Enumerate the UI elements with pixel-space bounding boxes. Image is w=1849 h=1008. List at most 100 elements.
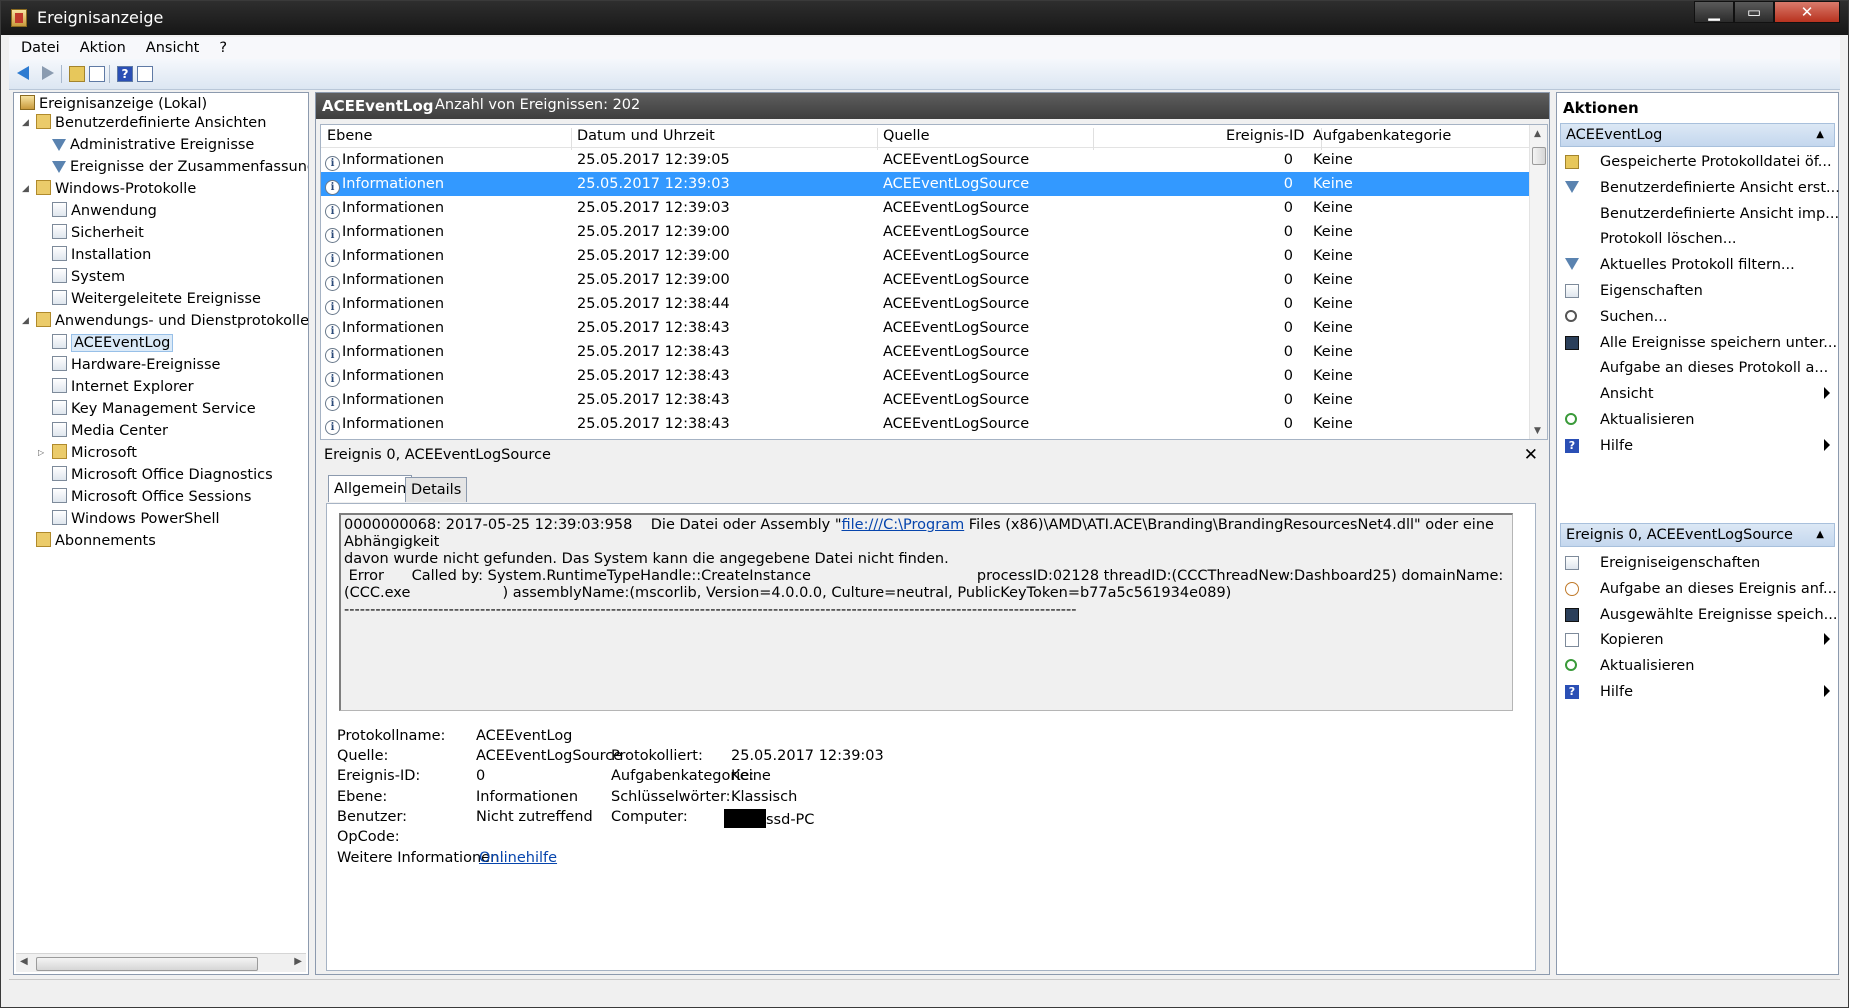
collapse-icon[interactable]: ◢ (22, 112, 29, 134)
tree-summary-events[interactable]: Ereignisse der Zusammenfassungsseite (52, 156, 308, 178)
scroll-down-icon[interactable]: ▼ (1534, 426, 1541, 436)
action-item[interactable]: ? Hilfe (1563, 680, 1832, 706)
tree-ace-event-log[interactable]: ACEEventLog (52, 332, 174, 354)
cell-category: Keine (1313, 296, 1353, 312)
show-hide-tree-icon[interactable] (89, 66, 105, 82)
event-message[interactable]: 0000000068: 2017-05-25 12:39:03:958 Die … (339, 513, 1513, 711)
action-pane-icon[interactable] (137, 66, 153, 82)
title-bar[interactable]: Ereignisanzeige ▁ ▭ ✕ (1, 1, 1848, 35)
action-item[interactable]: Aktualisieren (1563, 654, 1832, 680)
tree-horizontal-scrollbar[interactable]: ◀ ▶ (16, 953, 306, 972)
action-item[interactable]: Ansicht (1563, 382, 1832, 408)
tree-security[interactable]: Sicherheit (52, 222, 144, 244)
grid-vertical-scrollbar[interactable]: ▲ ▼ (1529, 125, 1547, 439)
table-row[interactable]: i Informationen 25.05.2017 12:38:43 ACEEven… (321, 340, 1529, 364)
action-item[interactable]: Aktuelles Protokoll filtern... (1563, 253, 1832, 279)
col-source[interactable]: Quelle (883, 128, 930, 144)
cell-id: 0 (1283, 272, 1293, 288)
close-detail-icon[interactable]: ✕ (1524, 445, 1538, 465)
tree-forwarded[interactable]: Weitergeleitete Ereignisse (52, 288, 261, 310)
maximize-button[interactable]: ▭ (1734, 1, 1774, 23)
collapse-icon[interactable]: ◢ (22, 178, 29, 200)
menu-aktion[interactable]: Aktion (68, 37, 134, 56)
action-label: Hilfe (1600, 437, 1633, 454)
close-button[interactable]: ✕ (1774, 1, 1840, 23)
cell-id: 0 (1283, 296, 1293, 312)
table-row[interactable]: i Informationen 25.05.2017 12:38:43 ACEEven… (321, 388, 1529, 412)
table-row[interactable]: i Informationen 25.05.2017 12:38:44 ACEEven… (321, 292, 1529, 316)
collapse-section-icon[interactable]: ▲ (1816, 129, 1824, 140)
action-item[interactable]: Aktualisieren (1563, 408, 1832, 434)
online-help-link[interactable]: Onlinehilfe (479, 850, 557, 866)
tree-media-center[interactable]: Media Center (52, 420, 168, 442)
back-arrow-icon[interactable] (17, 66, 33, 82)
actions-section-log[interactable]: ACEEventLog ▲ (1560, 123, 1835, 147)
tree-installation[interactable]: Installation (52, 244, 151, 266)
action-item[interactable]: Ereigniseigenschaften (1563, 551, 1832, 577)
actions-section-event[interactable]: Ereignis 0, ACEEventLogSource ▲ (1560, 523, 1835, 547)
tree-office-sessions[interactable]: Microsoft Office Sessions (52, 486, 251, 508)
table-row[interactable]: i Informationen 25.05.2017 12:38:43 ACEEven… (321, 412, 1529, 436)
file-link[interactable]: file:///C:\Program (842, 517, 965, 533)
collapse-icon[interactable]: ◢ (22, 310, 29, 332)
collapse-section-icon[interactable]: ▲ (1816, 529, 1824, 540)
scroll-right-icon[interactable]: ▶ (294, 956, 302, 967)
tree-app-service-logs[interactable]: ◢ Anwendungs- und Dienstprotokolle (22, 310, 308, 332)
minimize-button[interactable]: ▁ (1694, 1, 1734, 23)
tree-kms[interactable]: Key Management Service (52, 398, 256, 420)
tree-admin-events[interactable]: Administrative Ereignisse (52, 134, 254, 156)
scroll-up-icon[interactable]: ▲ (1534, 129, 1541, 139)
action-item[interactable]: Suchen... (1563, 305, 1832, 331)
tree-subscriptions[interactable]: Abonnements (36, 530, 156, 552)
col-date[interactable]: Datum und Uhrzeit (577, 128, 715, 144)
tree-office-diagnostics[interactable]: Microsoft Office Diagnostics (52, 464, 273, 486)
action-item[interactable]: Aufgabe an dieses Ereignis anf... (1563, 577, 1837, 603)
tree-windows-logs[interactable]: ◢ Windows-Protokolle (22, 178, 196, 200)
table-row[interactable]: i Informationen 25.05.2017 12:39:05 ACEEven… (321, 148, 1529, 172)
action-item[interactable]: Protokoll löschen... (1563, 227, 1832, 253)
cell-date: 25.05.2017 12:39:03 (577, 176, 730, 192)
table-row[interactable]: i Informationen 25.05.2017 12:39:00 ACEEven… (321, 220, 1529, 244)
col-level[interactable]: Ebene (327, 128, 372, 144)
scroll-left-icon[interactable]: ◀ (20, 956, 28, 967)
table-row[interactable]: i Informationen 25.05.2017 12:38:43 ACEEven… (321, 316, 1529, 340)
tree-powershell[interactable]: Windows PowerShell (52, 508, 220, 530)
tree-system[interactable]: System (52, 266, 125, 288)
menu-datei[interactable]: Datei (9, 37, 68, 56)
table-row[interactable]: i Informationen 25.05.2017 12:39:00 ACEEven… (321, 268, 1529, 292)
folder-icon (36, 114, 51, 129)
col-event-id[interactable]: Ereignis-ID (1226, 128, 1304, 144)
table-row[interactable]: i Informationen 25.05.2017 12:39:03 ACEEven… (321, 172, 1529, 196)
action-item[interactable]: Alle Ereignisse speichern unter... (1563, 331, 1837, 357)
forward-arrow-icon[interactable] (39, 66, 55, 82)
tree-application[interactable]: Anwendung (52, 200, 157, 222)
tree-custom-views[interactable]: ◢ Benutzerdefinierte Ansichten (22, 112, 266, 134)
tree-microsoft[interactable]: ▷ Microsoft (38, 442, 137, 464)
action-item[interactable]: ? Hilfe (1563, 434, 1832, 460)
menu-ansicht[interactable]: Ansicht (134, 37, 208, 56)
action-item[interactable]: Benutzerdefinierte Ansicht erst... (1563, 176, 1840, 202)
action-item[interactable]: Eigenschaften (1563, 279, 1832, 305)
col-category[interactable]: Aufgabenkategorie (1313, 128, 1451, 144)
scrollbar-thumb[interactable] (36, 957, 258, 971)
action-item[interactable]: Benutzerdefinierte Ansicht imp... (1563, 202, 1839, 228)
tree-internet-explorer[interactable]: Internet Explorer (52, 376, 194, 398)
open-folder-icon[interactable] (69, 66, 85, 82)
action-item[interactable]: Aufgabe an dieses Protokoll a... (1563, 356, 1832, 382)
table-row[interactable]: i Informationen 25.05.2017 12:39:03 ACEEven… (321, 196, 1529, 220)
action-item[interactable]: Kopieren (1563, 628, 1832, 654)
table-row[interactable]: i Informationen 25.05.2017 12:39:00 ACEEven… (321, 244, 1529, 268)
expand-icon[interactable]: ▷ (38, 442, 44, 464)
cell-level: i Informationen (325, 152, 444, 171)
subscriptions-icon (36, 532, 51, 547)
tab-general[interactable]: Allgemein (328, 475, 413, 502)
table-row[interactable]: i Informationen 25.05.2017 12:38:43 ACEEven… (321, 364, 1529, 388)
log-icon (52, 378, 67, 393)
action-item[interactable]: Gespeicherte Protokolldatei öf... (1563, 150, 1832, 176)
scrollbar-thumb[interactable] (1532, 147, 1546, 165)
tree-hardware[interactable]: Hardware-Ereignisse (52, 354, 220, 376)
help-icon[interactable]: ? (117, 66, 133, 82)
menu-help[interactable]: ? (207, 37, 235, 56)
action-item[interactable]: Ausgewählte Ereignisse speich... (1563, 603, 1837, 629)
tab-details[interactable]: Details (405, 477, 468, 502)
